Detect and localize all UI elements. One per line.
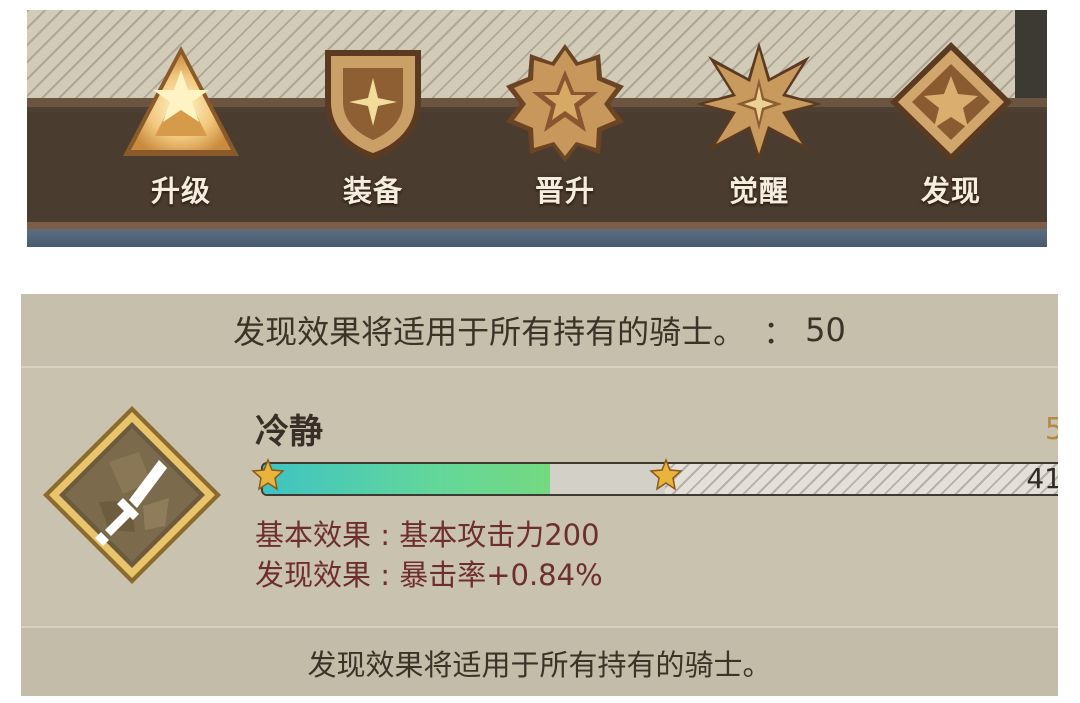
panel-header-text: 发现效果将适用于所有持有的骑士。 (233, 313, 746, 351)
panel-header: 发现效果将适用于所有持有的骑士。 ： 50 (21, 294, 1058, 368)
progress-marker-star-icon (649, 458, 683, 491)
skill-icon-frame (39, 402, 225, 592)
tab-label: 升级 (150, 174, 211, 208)
skill-card[interactable]: 冷静 5 41 基本效果 : 基本攻击力200 发现效果 : 暴击率+0.84% (21, 368, 1058, 624)
progress-fill (263, 464, 550, 494)
skill-name: 冷静 (255, 412, 323, 452)
shield-star-icon (325, 50, 421, 160)
base-effect-text: 基本效果 : 基本攻击力200 (255, 518, 600, 552)
skill-level-number: 5 (1044, 412, 1058, 447)
discover-effect-text: 发现效果 : 暴击率+0.84% (255, 558, 603, 592)
diamond-star-icon (890, 42, 1012, 162)
star-badge-icon (506, 44, 624, 162)
triangle-star-icon (123, 46, 239, 156)
tab-label: 发现 (920, 174, 981, 208)
tab-label: 觉醒 (728, 174, 789, 208)
tab-bar-bottom-strip (27, 229, 1047, 247)
tab-promote[interactable]: 晋升 (495, 40, 635, 220)
tab-equip[interactable]: 装备 (303, 40, 443, 220)
sword-icon (43, 406, 221, 584)
tab-label: 晋升 (534, 174, 595, 208)
progress-count: 41 (1026, 462, 1058, 495)
panel-footer: 发现效果将适用于所有持有的骑士。 (21, 626, 1058, 696)
panel-footer-text: 发现效果将适用于所有持有的骑士。 (307, 648, 772, 682)
tab-label: 装备 (342, 174, 403, 208)
panel-header-separator: ： (763, 313, 796, 351)
tab-awaken[interactable]: 觉醒 (689, 40, 829, 220)
progress-start-star-icon (251, 458, 285, 491)
tab-discover[interactable]: 发现 (881, 40, 1021, 220)
discover-effect-panel: 发现效果将适用于所有持有的骑士。 ： 50 冷静 5 41 基本效果: 基本攻… (21, 294, 1058, 696)
panel-header-value: 50 (805, 311, 846, 349)
spiky-star-icon (696, 42, 822, 162)
tab-upgrade[interactable]: 升级 (111, 40, 251, 220)
tab-bar: 升级 装备 晋升 觉醒 发现 (27, 10, 1047, 247)
progress-remaining (550, 464, 665, 494)
